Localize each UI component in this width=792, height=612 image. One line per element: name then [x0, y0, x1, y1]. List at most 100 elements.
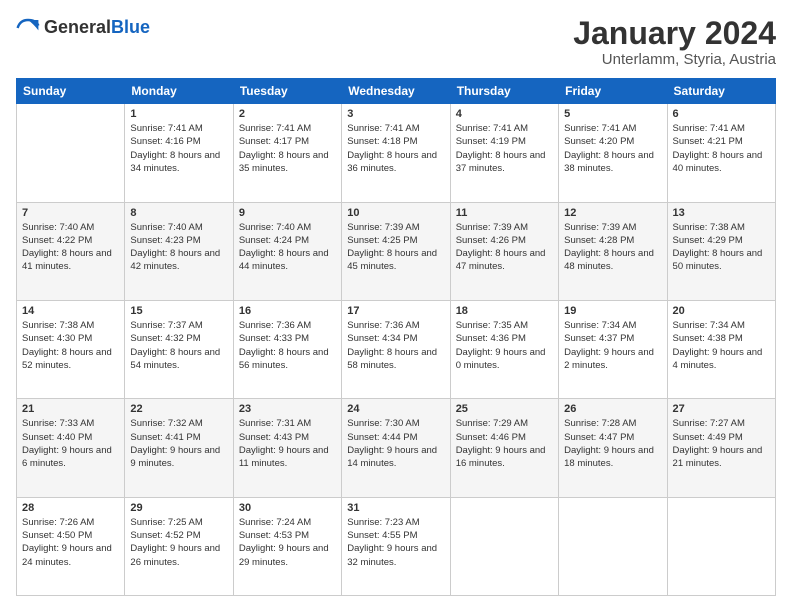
week-row-2: 14 Sunrise: 7:38 AM Sunset: 4:30 PM Dayl…	[17, 300, 776, 398]
day-number: 8	[130, 207, 227, 219]
cell-4-5	[559, 497, 667, 595]
cell-3-1: 22 Sunrise: 7:32 AM Sunset: 4:41 PM Dayl…	[125, 399, 233, 497]
day-info: Sunrise: 7:40 AM Sunset: 4:23 PM Dayligh…	[130, 221, 227, 274]
sunset: Sunset: 4:19 PM	[456, 136, 526, 147]
sunset: Sunset: 4:38 PM	[673, 333, 743, 344]
sunset: Sunset: 4:47 PM	[564, 432, 634, 443]
day-info: Sunrise: 7:41 AM Sunset: 4:21 PM Dayligh…	[673, 122, 770, 175]
cell-4-6	[667, 497, 775, 595]
cell-4-0: 28 Sunrise: 7:26 AM Sunset: 4:50 PM Dayl…	[17, 497, 125, 595]
sunrise: Sunrise: 7:41 AM	[239, 123, 311, 134]
cell-3-3: 24 Sunrise: 7:30 AM Sunset: 4:44 PM Dayl…	[342, 399, 450, 497]
cell-0-6: 6 Sunrise: 7:41 AM Sunset: 4:21 PM Dayli…	[667, 104, 775, 202]
sunset: Sunset: 4:36 PM	[456, 333, 526, 344]
daylight: Daylight: 8 hours and 34 minutes.	[130, 150, 220, 174]
sunrise: Sunrise: 7:38 AM	[673, 222, 745, 233]
day-info: Sunrise: 7:38 AM Sunset: 4:30 PM Dayligh…	[22, 319, 119, 372]
day-number: 19	[564, 305, 661, 317]
day-number: 28	[22, 502, 119, 514]
sunset: Sunset: 4:52 PM	[130, 530, 200, 541]
sunrise: Sunrise: 7:26 AM	[22, 517, 94, 528]
day-number: 20	[673, 305, 770, 317]
logo: GeneralBlue	[16, 16, 150, 40]
cell-0-4: 4 Sunrise: 7:41 AM Sunset: 4:19 PM Dayli…	[450, 104, 558, 202]
day-info: Sunrise: 7:37 AM Sunset: 4:32 PM Dayligh…	[130, 319, 227, 372]
day-info: Sunrise: 7:38 AM Sunset: 4:29 PM Dayligh…	[673, 221, 770, 274]
day-number: 24	[347, 403, 444, 415]
day-number: 23	[239, 403, 336, 415]
daylight: Daylight: 8 hours and 54 minutes.	[130, 347, 220, 371]
sunset: Sunset: 4:29 PM	[673, 235, 743, 246]
cell-1-4: 11 Sunrise: 7:39 AM Sunset: 4:26 PM Dayl…	[450, 202, 558, 300]
day-info: Sunrise: 7:34 AM Sunset: 4:38 PM Dayligh…	[673, 319, 770, 372]
sunrise: Sunrise: 7:41 AM	[673, 123, 745, 134]
week-row-1: 7 Sunrise: 7:40 AM Sunset: 4:22 PM Dayli…	[17, 202, 776, 300]
daylight: Daylight: 9 hours and 6 minutes.	[22, 445, 112, 469]
day-number: 15	[130, 305, 227, 317]
sunset: Sunset: 4:30 PM	[22, 333, 92, 344]
cell-1-2: 9 Sunrise: 7:40 AM Sunset: 4:24 PM Dayli…	[233, 202, 341, 300]
day-number: 10	[347, 207, 444, 219]
header: GeneralBlue January 2024 Unterlamm, Styr…	[16, 16, 776, 68]
cell-0-1: 1 Sunrise: 7:41 AM Sunset: 4:16 PM Dayli…	[125, 104, 233, 202]
day-info: Sunrise: 7:39 AM Sunset: 4:26 PM Dayligh…	[456, 221, 553, 274]
day-number: 14	[22, 305, 119, 317]
sunset: Sunset: 4:41 PM	[130, 432, 200, 443]
day-info: Sunrise: 7:36 AM Sunset: 4:34 PM Dayligh…	[347, 319, 444, 372]
daylight: Daylight: 9 hours and 2 minutes.	[564, 347, 654, 371]
day-info: Sunrise: 7:39 AM Sunset: 4:28 PM Dayligh…	[564, 221, 661, 274]
cell-3-4: 25 Sunrise: 7:29 AM Sunset: 4:46 PM Dayl…	[450, 399, 558, 497]
day-info: Sunrise: 7:28 AM Sunset: 4:47 PM Dayligh…	[564, 417, 661, 470]
daylight: Daylight: 9 hours and 29 minutes.	[239, 543, 329, 567]
sunrise: Sunrise: 7:39 AM	[456, 222, 528, 233]
sunset: Sunset: 4:34 PM	[347, 333, 417, 344]
header-wednesday: Wednesday	[342, 79, 450, 104]
day-number: 3	[347, 108, 444, 120]
day-number: 25	[456, 403, 553, 415]
day-info: Sunrise: 7:41 AM Sunset: 4:19 PM Dayligh…	[456, 122, 553, 175]
sunrise: Sunrise: 7:35 AM	[456, 320, 528, 331]
sunrise: Sunrise: 7:34 AM	[673, 320, 745, 331]
sunrise: Sunrise: 7:40 AM	[239, 222, 311, 233]
daylight: Daylight: 8 hours and 40 minutes.	[673, 150, 763, 174]
day-info: Sunrise: 7:29 AM Sunset: 4:46 PM Dayligh…	[456, 417, 553, 470]
sunrise: Sunrise: 7:40 AM	[130, 222, 202, 233]
daylight: Daylight: 8 hours and 56 minutes.	[239, 347, 329, 371]
day-info: Sunrise: 7:30 AM Sunset: 4:44 PM Dayligh…	[347, 417, 444, 470]
cell-1-5: 12 Sunrise: 7:39 AM Sunset: 4:28 PM Dayl…	[559, 202, 667, 300]
cell-1-3: 10 Sunrise: 7:39 AM Sunset: 4:25 PM Dayl…	[342, 202, 450, 300]
day-number: 17	[347, 305, 444, 317]
sunset: Sunset: 4:22 PM	[22, 235, 92, 246]
day-number: 29	[130, 502, 227, 514]
sunrise: Sunrise: 7:31 AM	[239, 418, 311, 429]
day-info: Sunrise: 7:26 AM Sunset: 4:50 PM Dayligh…	[22, 516, 119, 569]
header-monday: Monday	[125, 79, 233, 104]
day-number: 31	[347, 502, 444, 514]
day-number: 13	[673, 207, 770, 219]
sunset: Sunset: 4:23 PM	[130, 235, 200, 246]
daylight: Daylight: 8 hours and 58 minutes.	[347, 347, 437, 371]
logo-icon	[16, 16, 40, 40]
cell-1-6: 13 Sunrise: 7:38 AM Sunset: 4:29 PM Dayl…	[667, 202, 775, 300]
week-row-0: 1 Sunrise: 7:41 AM Sunset: 4:16 PM Dayli…	[17, 104, 776, 202]
daylight: Daylight: 8 hours and 42 minutes.	[130, 248, 220, 272]
logo-general: General	[44, 17, 111, 37]
sunset: Sunset: 4:16 PM	[130, 136, 200, 147]
day-info: Sunrise: 7:27 AM Sunset: 4:49 PM Dayligh…	[673, 417, 770, 470]
sunrise: Sunrise: 7:28 AM	[564, 418, 636, 429]
sunset: Sunset: 4:25 PM	[347, 235, 417, 246]
daylight: Daylight: 9 hours and 21 minutes.	[673, 445, 763, 469]
daylight: Daylight: 9 hours and 9 minutes.	[130, 445, 220, 469]
day-info: Sunrise: 7:32 AM Sunset: 4:41 PM Dayligh…	[130, 417, 227, 470]
cell-2-3: 17 Sunrise: 7:36 AM Sunset: 4:34 PM Dayl…	[342, 300, 450, 398]
sunrise: Sunrise: 7:32 AM	[130, 418, 202, 429]
day-number: 30	[239, 502, 336, 514]
sunset: Sunset: 4:49 PM	[673, 432, 743, 443]
sunset: Sunset: 4:33 PM	[239, 333, 309, 344]
daylight: Daylight: 9 hours and 26 minutes.	[130, 543, 220, 567]
sunrise: Sunrise: 7:24 AM	[239, 517, 311, 528]
daylight: Daylight: 9 hours and 24 minutes.	[22, 543, 112, 567]
sunrise: Sunrise: 7:34 AM	[564, 320, 636, 331]
cell-0-2: 2 Sunrise: 7:41 AM Sunset: 4:17 PM Dayli…	[233, 104, 341, 202]
logo-blue: Blue	[111, 17, 150, 37]
